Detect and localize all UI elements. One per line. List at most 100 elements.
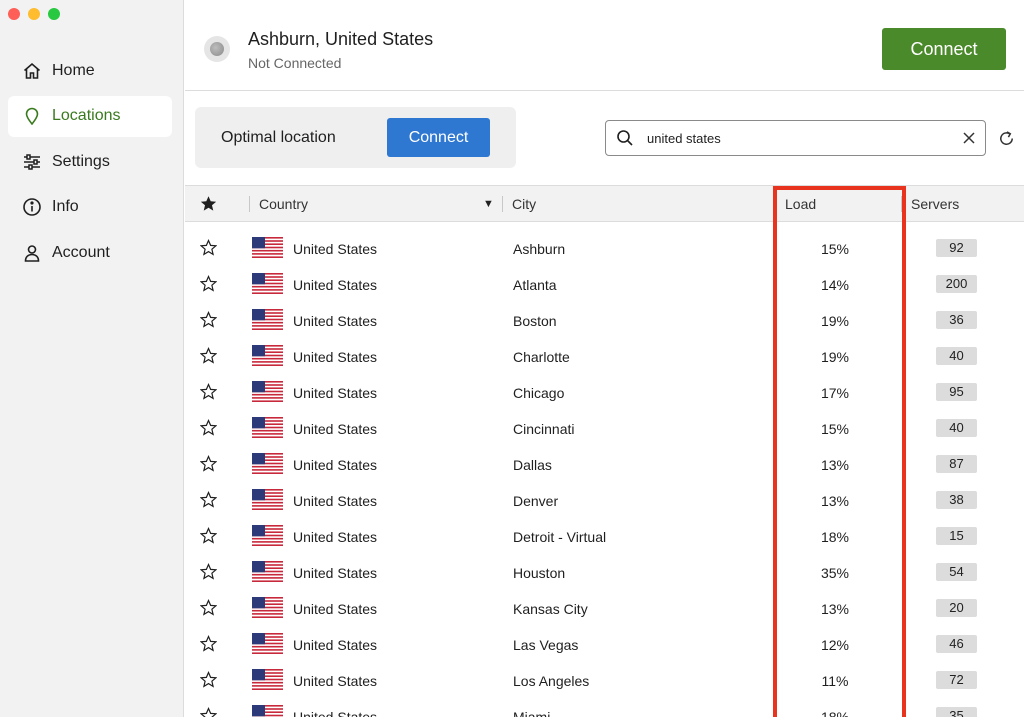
servers-badge: 40 [936, 419, 977, 437]
close-window-button[interactable] [8, 8, 20, 20]
city-cell: Houston [513, 565, 566, 581]
us-flag-icon [252, 561, 283, 582]
servers-badge: 20 [936, 599, 977, 617]
city-cell: Cincinnati [513, 421, 575, 437]
table-row[interactable]: United States Denver 13% 38 [185, 482, 1024, 518]
favorite-star-icon[interactable] [200, 599, 217, 616]
search-input[interactable] [647, 127, 947, 149]
column-header-load[interactable]: Load [785, 196, 816, 212]
city-cell: Kansas City [513, 601, 588, 617]
favorite-star-icon[interactable] [200, 383, 217, 400]
load-cell: 14% [820, 277, 850, 293]
country-cell: United States [293, 493, 378, 509]
favorite-star-icon[interactable] [200, 707, 217, 717]
servers-badge: 54 [936, 563, 977, 581]
sidebar-item-settings[interactable]: Settings [8, 141, 172, 182]
us-flag-icon [252, 669, 283, 690]
us-flag-icon [252, 381, 283, 402]
us-flag-icon [252, 453, 283, 474]
table-row[interactable]: United States Charlotte 19% 40 [185, 338, 1024, 374]
column-header-city[interactable]: City [512, 196, 536, 212]
favorite-star-icon[interactable] [200, 347, 217, 364]
favorite-star-icon[interactable] [200, 527, 217, 544]
table-row[interactable]: United States Detroit - Virtual 18% 15 [185, 518, 1024, 554]
servers-badge: 35 [936, 707, 977, 717]
optimal-location-label: Optimal location [221, 129, 336, 146]
sidebar-item-locations[interactable]: Locations [8, 95, 172, 137]
servers-badge: 92 [936, 239, 977, 257]
table-row[interactable]: United States Kansas City 13% 20 [185, 590, 1024, 626]
home-icon [23, 62, 41, 79]
sidebar-item-home[interactable]: Home [8, 50, 172, 91]
column-header-country[interactable]: Country [259, 196, 308, 212]
favorite-star-icon[interactable] [200, 671, 217, 688]
favorite-star-icon[interactable] [200, 455, 217, 472]
column-separator [249, 196, 250, 212]
us-flag-icon [252, 633, 283, 654]
country-cell: United States [293, 673, 378, 689]
sidebar-item-label: Info [52, 198, 79, 215]
table-row[interactable]: United States Los Angeles 11% 72 [185, 662, 1024, 698]
sidebar-item-account[interactable]: Account [8, 232, 172, 273]
favorites-column-star-icon[interactable] [200, 195, 217, 212]
table-row[interactable]: United States Ashburn 15% 92 [185, 230, 1024, 266]
us-flag-icon [252, 345, 283, 366]
favorite-star-icon[interactable] [200, 419, 217, 436]
load-cell: 19% [820, 313, 850, 329]
city-cell: Boston [513, 313, 557, 329]
table-row[interactable]: United States Cincinnati 15% 40 [185, 410, 1024, 446]
load-cell: 17% [820, 385, 850, 401]
load-cell: 13% [820, 493, 850, 509]
favorite-star-icon[interactable] [200, 491, 217, 508]
favorite-star-icon[interactable] [200, 311, 217, 328]
refresh-icon[interactable] [997, 129, 1016, 148]
table-row[interactable]: United States Dallas 13% 87 [185, 446, 1024, 482]
table-row[interactable]: United States Houston 35% 54 [185, 554, 1024, 590]
us-flag-icon [252, 417, 283, 438]
column-header-servers[interactable]: Servers [911, 196, 959, 212]
city-cell: Denver [513, 493, 559, 509]
sort-descending-icon[interactable]: ▼ [483, 198, 494, 210]
zoom-window-button[interactable] [48, 8, 60, 20]
favorite-star-icon[interactable] [200, 563, 217, 580]
table-row[interactable]: United States Boston 19% 36 [185, 302, 1024, 338]
city-cell: Chicago [513, 385, 565, 401]
favorite-star-icon[interactable] [200, 239, 217, 256]
city-cell: Las Vegas [513, 637, 579, 653]
us-flag-icon [252, 237, 283, 258]
minimize-window-button[interactable] [28, 8, 40, 20]
city-cell: Ashburn [513, 241, 566, 257]
country-cell: United States [293, 637, 378, 653]
load-cell: 11% [821, 673, 849, 689]
current-location-title: Ashburn, United States [248, 29, 434, 49]
load-cell: 15% [820, 421, 850, 437]
country-cell: United States [293, 385, 378, 401]
favorite-star-icon[interactable] [200, 635, 217, 652]
sidebar-item-info[interactable]: Info [8, 187, 172, 228]
servers-badge: 72 [936, 671, 977, 689]
optimal-connect-button[interactable]: Connect [387, 118, 490, 157]
table-row[interactable]: United States Miami 18% 35 [185, 698, 1024, 717]
city-cell: Los Angeles [513, 673, 590, 689]
sidebar-item-label: Settings [52, 152, 110, 170]
servers-badge: 200 [936, 275, 977, 293]
connect-button[interactable]: Connect [882, 28, 1006, 70]
favorite-star-icon[interactable] [200, 275, 217, 292]
load-cell: 35% [820, 565, 850, 581]
clear-search-icon[interactable] [961, 130, 977, 146]
table-row[interactable]: United States Atlanta 14% 200 [185, 266, 1024, 302]
column-separator [775, 196, 776, 212]
table-row[interactable]: United States Chicago 17% 95 [185, 374, 1024, 410]
table-row[interactable]: United States Las Vegas 12% 46 [185, 626, 1024, 662]
load-cell: 12% [820, 637, 850, 653]
load-cell: 19% [820, 349, 850, 365]
us-flag-icon [252, 597, 283, 618]
window-controls [8, 8, 60, 20]
country-cell: United States [293, 241, 378, 257]
connection-status-icon [204, 36, 230, 62]
sidebar-nav: Home Locations Settings Info Account [8, 50, 172, 278]
location-pin-icon [25, 107, 39, 126]
sidebar: Home Locations Settings Info Account [0, 0, 184, 717]
load-cell: 18% [820, 709, 850, 717]
country-cell: United States [293, 709, 378, 717]
